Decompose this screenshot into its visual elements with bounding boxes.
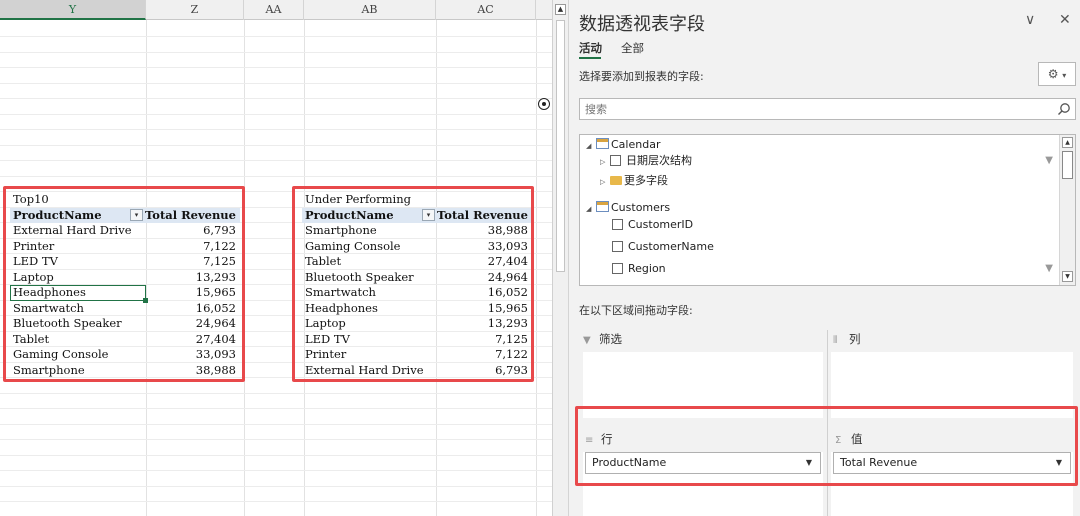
table-icon: [596, 138, 609, 149]
tab-all[interactable]: 全部: [621, 40, 644, 56]
field-checkbox[interactable]: [612, 263, 623, 274]
field-label: Customers: [611, 201, 671, 214]
chevron-down-icon[interactable]: ∨: [1025, 12, 1035, 28]
close-icon[interactable]: ✕: [1059, 12, 1071, 28]
funnel-icon: ▼: [583, 335, 591, 346]
grid-line: [0, 501, 552, 502]
field-label: Region: [628, 262, 666, 275]
column-header-ab[interactable]: AB: [304, 0, 436, 20]
grid-line: [0, 129, 552, 130]
field-table-customers[interactable]: ◢ Customers: [586, 200, 670, 216]
field-checkbox[interactable]: [612, 241, 623, 252]
field-checkbox[interactable]: [610, 155, 621, 166]
grid-line: [0, 36, 552, 37]
grid-line: [0, 392, 552, 394]
choose-fields-label: 选择要添加到报表的字段:: [579, 70, 704, 83]
grid-line: [0, 454, 552, 456]
pane-title: 数据透视表字段: [579, 14, 705, 35]
scrollbar-thumb[interactable]: [1062, 151, 1073, 179]
column-headers: Y Z AA AB AC: [0, 0, 552, 20]
field-label: 日期层次结构: [626, 154, 692, 167]
settings-button[interactable]: ⚙ ▾: [1038, 62, 1076, 86]
field-label: CustomerID: [628, 218, 694, 231]
highlight-box-areas: [575, 406, 1078, 486]
field-customer-name[interactable]: CustomerName: [612, 239, 714, 255]
field-label: Calendar: [611, 138, 661, 151]
tab-underline: [579, 57, 601, 59]
grid-line: [0, 51, 552, 53]
scroll-up-icon[interactable]: ▲: [1062, 137, 1073, 148]
area-label: 列: [849, 332, 861, 346]
column-header-ac[interactable]: AC: [436, 0, 536, 20]
sheet-vertical-scrollbar[interactable]: ▲: [552, 0, 568, 516]
highlight-box-top10: [3, 186, 245, 382]
search-input[interactable]: [580, 99, 1050, 119]
grid-line: [0, 470, 552, 471]
field-more-fields[interactable]: ▷ 更多字段: [600, 173, 668, 189]
table-icon: [596, 201, 609, 212]
grid-line: [0, 82, 552, 84]
search-field[interactable]: [579, 98, 1076, 120]
search-icon[interactable]: [1057, 102, 1071, 116]
filter-icon[interactable]: ▼: [1045, 263, 1053, 274]
grid-line: [0, 67, 552, 68]
area-label: 筛选: [599, 332, 622, 346]
field-table-calendar[interactable]: ◢ Calendar: [586, 137, 660, 153]
highlight-box-under-performing: [292, 186, 534, 382]
collapse-triangle-icon[interactable]: ▷: [600, 154, 610, 170]
worksheet[interactable]: Y Z AA AB AC Top10 ProductName ▾ Total R…: [0, 0, 552, 516]
autoscroll-icon[interactable]: [538, 98, 550, 110]
column-header-y[interactable]: Y: [0, 0, 146, 20]
field-label: 更多字段: [624, 174, 668, 187]
field-list: ◢ Calendar ▷ 日期层次结构 ▼ ▷ 更多字段 ◢ Customers Cus…: [579, 134, 1076, 286]
scrollbar-thumb[interactable]: [556, 20, 565, 272]
grid-line: [0, 175, 552, 177]
column-header-aa[interactable]: AA: [244, 0, 304, 20]
grid-line: [0, 408, 552, 409]
expand-triangle-icon[interactable]: ◢: [586, 201, 596, 217]
field-customer-id[interactable]: CustomerID: [612, 217, 693, 233]
field-region[interactable]: Region: [612, 261, 666, 277]
grid-line: [0, 485, 552, 487]
field-checkbox[interactable]: [612, 219, 623, 230]
grid-line: [0, 423, 552, 425]
folder-icon: [610, 176, 622, 185]
filter-icon[interactable]: ▼: [1045, 155, 1053, 166]
gear-icon: ⚙: [1047, 67, 1059, 81]
expand-triangle-icon[interactable]: ◢: [586, 138, 596, 154]
grid-line: [0, 98, 552, 99]
grid-line: [0, 113, 552, 115]
grid-line: [0, 160, 552, 161]
field-list-scrollbar[interactable]: ▲ ▼: [1059, 135, 1075, 285]
grid-line: [0, 144, 552, 146]
pivot-fields-pane: 数据透视表字段 ∨ ✕ 活动 全部 选择要添加到报表的字段: ⚙ ▾ ◢ Cale…: [568, 0, 1080, 516]
collapse-triangle-icon[interactable]: ▷: [600, 174, 610, 190]
filter-area-header: ▼ 筛选: [583, 326, 823, 352]
scroll-up-icon[interactable]: ▲: [555, 4, 566, 15]
column-header-z[interactable]: Z: [146, 0, 244, 20]
columns-icon: ⦀: [833, 335, 838, 346]
chevron-down-icon: ▾: [1062, 71, 1067, 80]
tab-active[interactable]: 活动: [579, 40, 602, 56]
field-date-hierarchy[interactable]: ▷ 日期层次结构: [600, 153, 692, 169]
field-label: CustomerName: [628, 240, 714, 253]
drag-fields-label: 在以下区域间拖动字段:: [579, 304, 693, 317]
columns-area-header: ⦀ 列: [833, 326, 1073, 352]
scroll-down-icon[interactable]: ▼: [1062, 271, 1073, 282]
grid-line: [0, 439, 552, 440]
